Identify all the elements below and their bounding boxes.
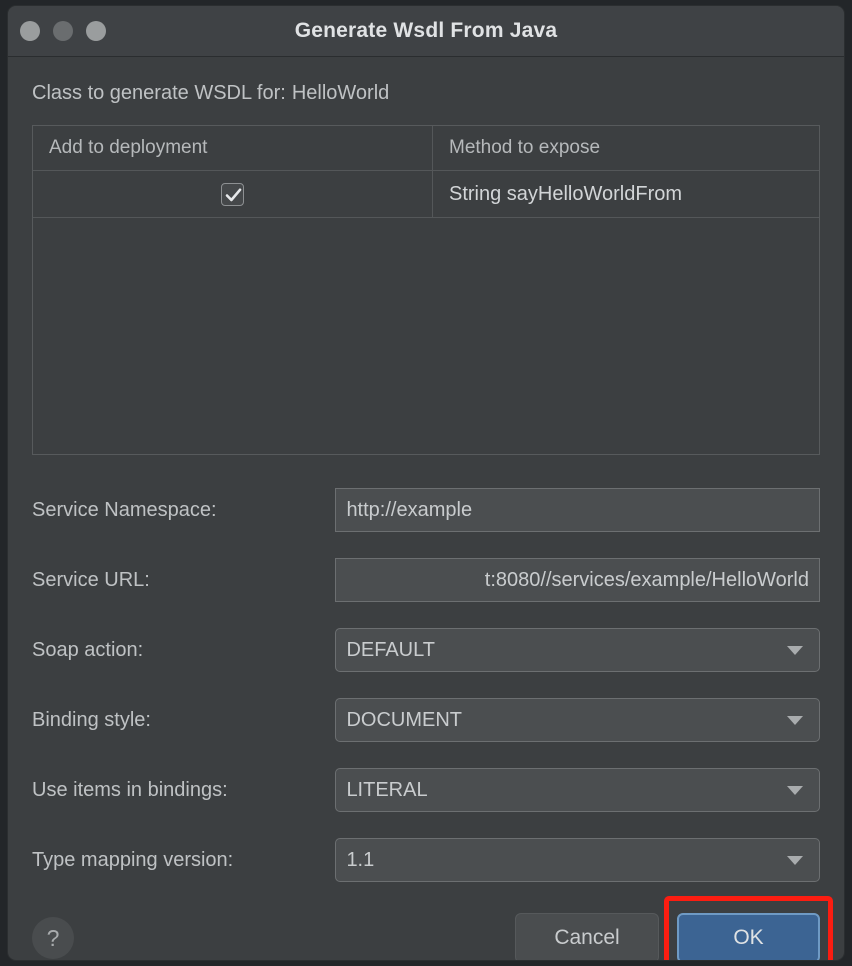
column-header-method-to-expose[interactable]: Method to expose (433, 126, 819, 170)
binding-style-value: DOCUMENT (346, 708, 462, 731)
label-service-url: Service URL: (32, 568, 150, 591)
binding-style-dropdown[interactable]: DOCUMENT (335, 698, 820, 742)
label-use-items-in-bindings: Use items in bindings: (32, 778, 228, 801)
label-binding-style: Binding style: (32, 708, 151, 731)
window-title: Generate Wsdl From Java (294, 19, 558, 42)
dialog-footer: ? Cancel OK (8, 895, 844, 960)
label-type-mapping-version: Type mapping version: (32, 848, 234, 871)
table-row[interactable]: String sayHelloWorldFrom (33, 171, 819, 218)
dialog-content: Class to generate WSDL for: HelloWorld Ad… (8, 57, 844, 895)
close-button[interactable] (20, 21, 40, 41)
form-row-type-mapping-version: Type mapping version: 1.1 (32, 825, 820, 895)
chevron-down-icon (787, 715, 803, 725)
column-header-add-to-deployment[interactable]: Add to deployment (33, 126, 433, 170)
footer-button-group: Cancel OK (515, 896, 833, 960)
methods-table[interactable]: Add to deployment Method to expose Strin… (32, 125, 820, 455)
use-items-in-bindings-value: LITERAL (346, 778, 428, 801)
type-mapping-version-dropdown[interactable]: 1.1 (335, 838, 820, 882)
class-value: HelloWorld (291, 82, 390, 104)
ok-button[interactable]: OK (677, 913, 820, 960)
form-row-service-url: Service URL: t:8080//services/example/He… (32, 545, 820, 615)
label-soap-action: Soap action: (32, 638, 144, 661)
add-to-deployment-checkbox[interactable] (221, 182, 244, 206)
form-row-soap-action: Soap action: DEFAULT (32, 615, 820, 685)
soap-action-dropdown[interactable]: DEFAULT (335, 628, 820, 672)
service-namespace-input[interactable]: http://example (335, 488, 820, 532)
table-header: Add to deployment Method to expose (33, 126, 819, 171)
form-row-service-namespace: Service Namespace: http://example (32, 475, 820, 545)
minimize-button[interactable] (53, 21, 73, 41)
form-row-binding-style: Binding style: DOCUMENT (32, 685, 820, 755)
ok-button-wrapper: OK (664, 896, 833, 960)
type-mapping-version-value: 1.1 (346, 848, 375, 871)
zoom-button[interactable] (86, 21, 106, 41)
use-items-in-bindings-dropdown[interactable]: LITERAL (335, 768, 820, 812)
label-service-namespace: Service Namespace: (32, 498, 217, 521)
class-label-row: Class to generate WSDL for: HelloWorld (32, 82, 820, 105)
service-url-input[interactable]: t:8080//services/example/HelloWorld (335, 558, 820, 602)
dialog-window: Generate Wsdl From Java Class to generat… (7, 5, 845, 961)
checkmark-icon (225, 188, 242, 201)
form-row-use-items-in-bindings: Use items in bindings: LITERAL (32, 755, 820, 825)
chevron-down-icon (787, 855, 803, 865)
cell-method-name: String sayHelloWorldFrom (449, 182, 683, 205)
chevron-down-icon (787, 645, 803, 655)
class-label: Class to generate WSDL for: (32, 82, 286, 104)
cell-add-to-deployment[interactable] (33, 171, 433, 217)
settings-form: Service Namespace: http://example Servic… (32, 475, 820, 895)
cancel-button[interactable]: Cancel (515, 913, 659, 960)
chevron-down-icon (787, 785, 803, 795)
help-button[interactable]: ? (32, 917, 74, 959)
window-controls (20, 21, 106, 41)
soap-action-value: DEFAULT (346, 638, 435, 661)
table-empty-area[interactable] (33, 218, 819, 454)
title-bar: Generate Wsdl From Java (8, 6, 844, 57)
